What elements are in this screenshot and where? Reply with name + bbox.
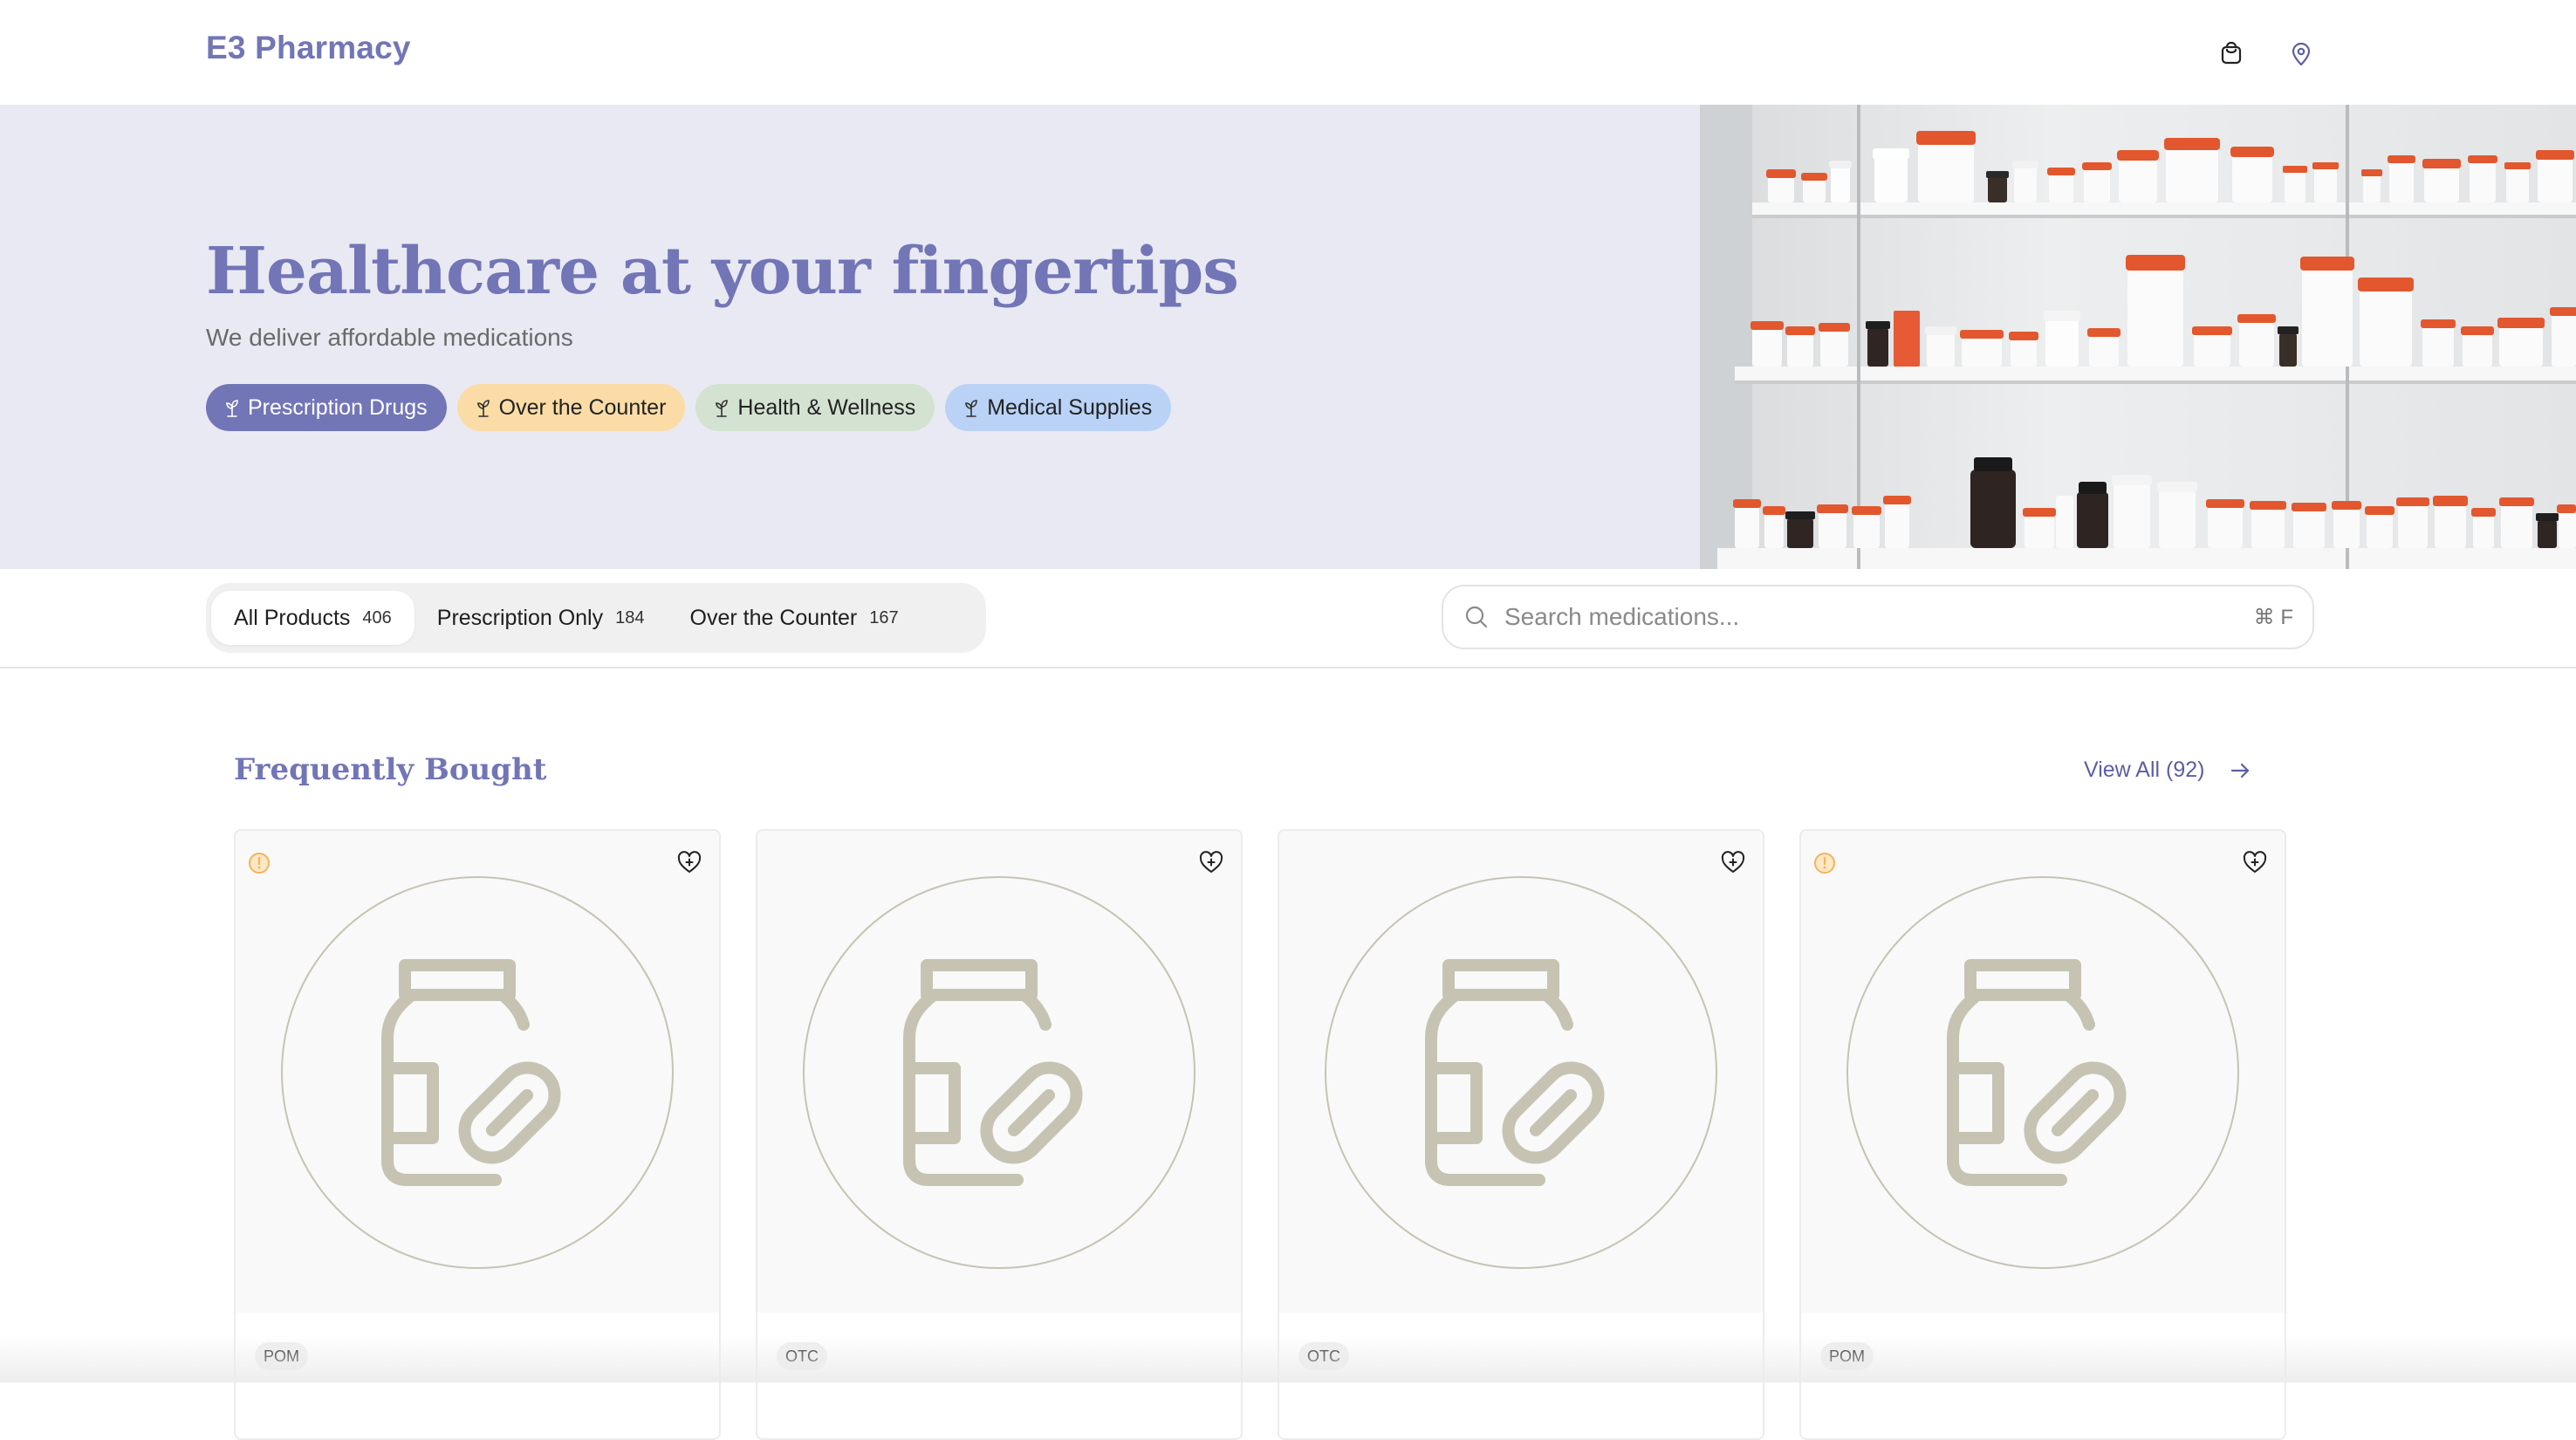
chip-medical-supplies[interactable]: Medical Supplies [945, 384, 1172, 431]
brand-logo-text[interactable]: E3 Pharmacy [206, 30, 411, 66]
hero-subtitle: We deliver affordable medications [206, 324, 573, 351]
heart-add-icon[interactable] [1197, 848, 1225, 876]
tab-label: Over the Counter [689, 605, 858, 630]
search-box: ⌘ F [1442, 585, 2314, 649]
pill-bottle-icon [1425, 959, 1605, 1186]
product-placeholder-image [281, 876, 674, 1269]
product-filter-tabs: All Products 406 Prescription Only 184 O… [206, 583, 986, 653]
shopping-bag-icon[interactable] [2216, 38, 2246, 68]
leaf-icon [965, 400, 978, 417]
product-info [1279, 1313, 1763, 1438]
view-all-label: View All (92) [2084, 758, 2205, 782]
tab-over-the-counter[interactable]: Over the Counter 167 [668, 591, 921, 645]
top-navigation-bar: E3 Pharmacy [0, 0, 2576, 105]
location-pin-icon[interactable] [2286, 38, 2316, 68]
leaf-icon [226, 400, 238, 417]
product-type-badge: POM [1820, 1342, 1874, 1370]
product-placeholder-image [1846, 876, 2239, 1269]
view-all-link[interactable]: View All (92) [2084, 758, 2252, 783]
product-card[interactable]: POM [1799, 829, 2286, 1440]
product-card[interactable]: OTC [756, 829, 1243, 1440]
heart-add-icon[interactable] [1719, 848, 1747, 876]
chip-label: Prescription Drugs [248, 394, 428, 420]
tab-label: All Products [234, 605, 351, 630]
chip-label: Medical Supplies [987, 394, 1153, 420]
product-info [1801, 1313, 2285, 1438]
product-card[interactable]: OTC [1278, 829, 1764, 1440]
leaf-icon [716, 400, 729, 417]
product-type-badge: OTC [777, 1342, 827, 1370]
product-card[interactable]: POM [234, 829, 721, 1440]
search-icon [1465, 606, 1488, 628]
filter-bar: All Products 406 Prescription Only 184 O… [0, 569, 2576, 669]
chip-health-wellness[interactable]: Health & Wellness [695, 384, 935, 431]
leaf-icon [476, 400, 490, 417]
chip-prescription-drugs[interactable]: Prescription Drugs [206, 384, 447, 431]
tab-count: 184 [615, 607, 645, 627]
pill-bottle-icon [903, 959, 1083, 1186]
pharmacy-shelves-photo [1700, 105, 2576, 569]
tab-prescription-only[interactable]: Prescription Only 184 [414, 591, 668, 645]
section-title: Frequently Bought [234, 752, 547, 787]
heart-add-icon[interactable] [2241, 848, 2269, 876]
keyboard-shortcut-hint: ⌘ F [2253, 605, 2293, 629]
warning-icon [249, 853, 270, 874]
product-info [236, 1313, 719, 1438]
pill-bottle-icon [381, 959, 561, 1186]
chip-label: Over the Counter [498, 394, 667, 420]
arrow-right-icon [2230, 763, 2249, 778]
chip-over-the-counter[interactable]: Over the Counter [456, 384, 686, 431]
hero-banner: Healthcare at your fingertips We deliver… [0, 105, 1700, 569]
search-input[interactable] [1503, 602, 2254, 632]
category-chips: Prescription Drugs Over the Counter Heal… [206, 384, 1172, 431]
tab-label: Prescription Only [436, 605, 604, 630]
tab-count: 167 [869, 607, 899, 627]
product-info [757, 1313, 1241, 1438]
heart-add-icon[interactable] [675, 848, 703, 876]
chip-label: Health & Wellness [737, 394, 916, 420]
warning-icon [1814, 853, 1835, 874]
tab-all-products[interactable]: All Products 406 [211, 591, 414, 645]
tab-count: 406 [362, 607, 392, 627]
hero-title: Healthcare at your fingertips [206, 234, 1239, 309]
pill-bottle-icon [1947, 959, 2127, 1186]
product-type-badge: POM [255, 1342, 309, 1370]
product-placeholder-image [1325, 876, 1717, 1269]
product-type-badge: OTC [1298, 1342, 1349, 1370]
product-placeholder-image [803, 876, 1196, 1269]
